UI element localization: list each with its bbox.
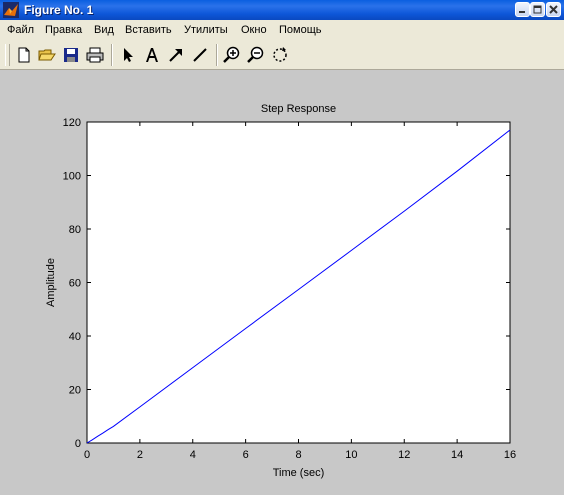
close-icon	[549, 5, 558, 14]
x-tick-label: 12	[398, 449, 410, 461]
insert-line-icon[interactable]	[191, 46, 209, 64]
window-title: Figure No. 1	[24, 3, 94, 17]
x-tick-label: 0	[84, 449, 90, 461]
y-tick-label: 60	[69, 278, 81, 290]
x-tick-label: 6	[243, 449, 249, 461]
y-tick-label: 120	[63, 117, 81, 129]
title-bar[interactable]: Figure No. 1	[0, 0, 564, 20]
menu-help[interactable]: Помощь	[279, 23, 322, 37]
menu-edit[interactable]: Правка	[45, 23, 82, 37]
zoom-in-icon[interactable]	[223, 46, 241, 64]
menu-bar: Файл Правка Вид Вставить Утилиты Окно По…	[0, 20, 564, 40]
maximize-button[interactable]	[530, 2, 545, 17]
chart-title: Step Response	[261, 103, 336, 115]
maximize-icon	[533, 5, 542, 14]
y-tick-label: 20	[69, 385, 81, 397]
menu-window[interactable]: Окно	[241, 23, 267, 37]
x-tick-label: 2	[137, 449, 143, 461]
select-arrow-icon[interactable]	[119, 46, 137, 64]
close-button[interactable]	[546, 2, 561, 17]
menu-file[interactable]: Файл	[7, 23, 34, 37]
y-axis-label: Amplitude	[45, 258, 57, 307]
axes-area[interactable]	[86, 121, 511, 444]
y-tick-label: 0	[75, 438, 81, 450]
save-icon[interactable]	[62, 46, 80, 64]
x-tick-label: 8	[295, 449, 301, 461]
toolbar-grip[interactable]	[5, 44, 10, 66]
minimize-button[interactable]	[515, 2, 530, 17]
menu-view[interactable]: Вид	[94, 23, 114, 37]
insert-text-icon[interactable]	[143, 46, 161, 64]
print-icon[interactable]	[86, 46, 104, 64]
toolbar-separator	[216, 44, 218, 66]
new-figure-icon[interactable]	[15, 46, 33, 64]
y-tick-label: 80	[69, 224, 81, 236]
menu-tools[interactable]: Утилиты	[184, 23, 228, 37]
toolbar	[0, 40, 564, 70]
menu-insert[interactable]: Вставить	[125, 23, 172, 37]
minimize-icon	[519, 11, 525, 13]
open-file-icon[interactable]	[38, 46, 56, 64]
x-tick-label: 16	[504, 449, 516, 461]
x-tick-label: 4	[190, 449, 196, 461]
matlab-logo-icon	[3, 2, 19, 18]
step-response-chart[interactable]: 0 2 4 6 8 10 12 14 16 0 20 40 60 80 100 120 Step Respon…	[0, 70, 564, 495]
y-tick-label: 100	[63, 171, 81, 183]
figure-canvas: 0 2 4 6 8 10 12 14 16 0 20 40 60 80 100 120 Step Respon…	[0, 70, 564, 495]
x-tick-label: 10	[345, 449, 357, 461]
insert-arrow-icon[interactable]	[167, 46, 185, 64]
toolbar-separator	[111, 44, 113, 66]
x-tick-label: 14	[451, 449, 463, 461]
rotate-3d-icon[interactable]	[271, 46, 289, 64]
y-tick-label: 40	[69, 331, 81, 343]
x-axis-label: Time (sec)	[273, 467, 325, 479]
zoom-out-icon[interactable]	[247, 46, 265, 64]
